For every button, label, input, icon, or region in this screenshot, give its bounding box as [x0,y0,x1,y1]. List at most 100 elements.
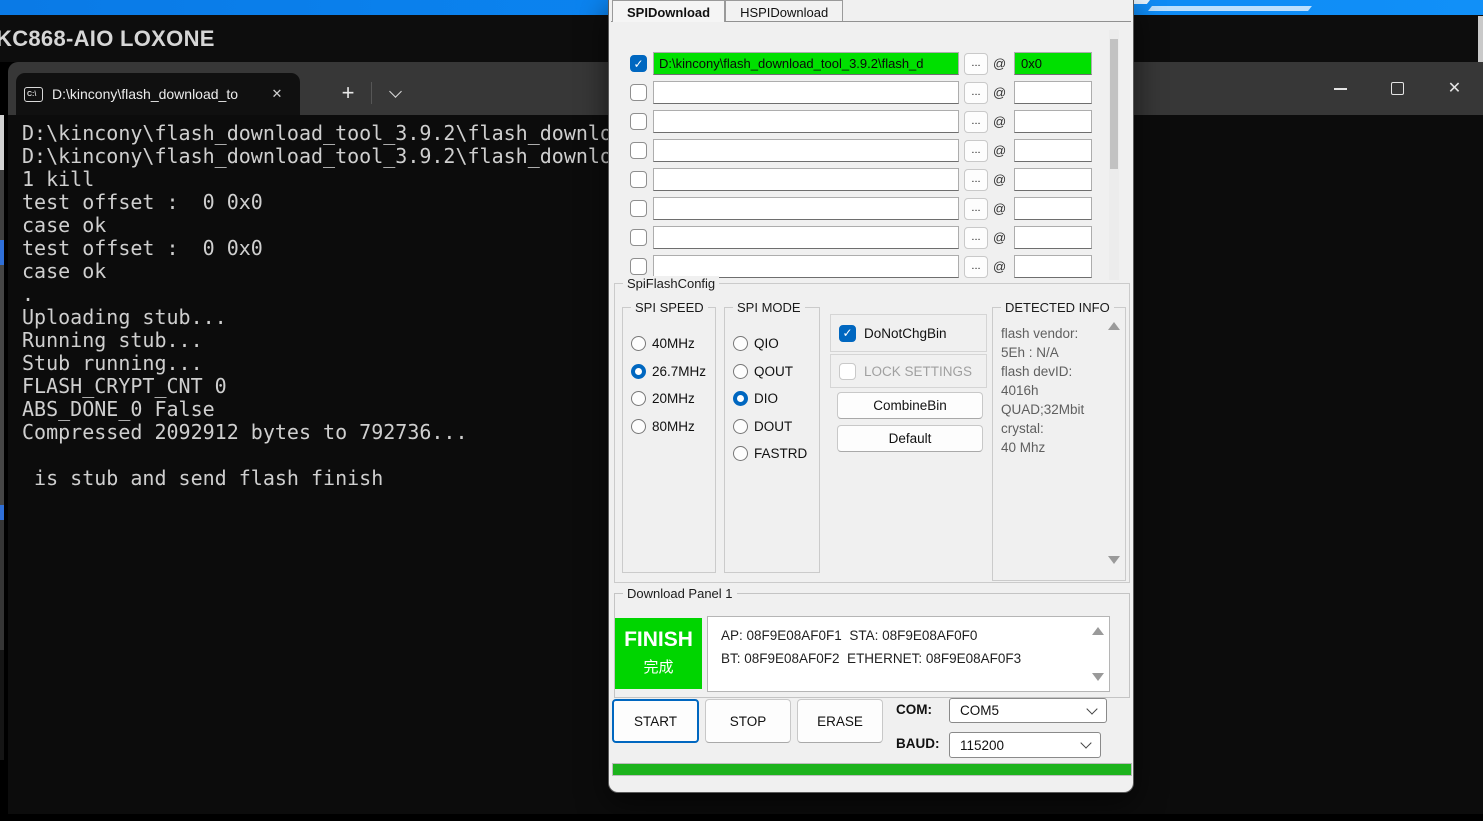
close-icon: ✕ [1448,81,1461,97]
browse-button[interactable]: ... [964,82,988,104]
browse-button[interactable]: ... [964,227,988,249]
browse-button[interactable]: ... [964,198,988,220]
flash-offset-field[interactable] [1014,110,1092,133]
file-checkbox[interactable] [630,200,647,217]
file-row: ...@ [619,139,1125,168]
donotchgbin-option[interactable]: ✓ DoNotChgBin [830,314,987,352]
terminal-tab-title: D:\kincony\flash_download_to [52,86,262,102]
file-list-scrollbar[interactable] [1109,30,1119,280]
new-tab-button[interactable]: + [330,75,366,111]
detected-info-line: QUAD;32Mbit [1001,400,1101,419]
file-path-field[interactable] [653,81,959,104]
terminal-tab[interactable]: C:\ D:\kincony\flash_download_to ✕ [16,73,300,115]
radio-icon[interactable] [733,446,748,461]
baud-rate-select[interactable]: 115200 [949,732,1101,758]
browse-button[interactable]: ... [964,111,988,133]
donotchgbin-checkbox[interactable]: ✓ [839,325,856,342]
file-checkbox[interactable] [630,229,647,246]
spi-speed-label: 26.7MHz [652,364,706,379]
radio-icon[interactable] [631,419,646,434]
radio-icon[interactable] [733,336,748,351]
at-symbol: @ [993,85,1006,100]
at-symbol: @ [993,230,1006,245]
file-path-field[interactable] [653,110,959,133]
erase-button[interactable]: ERASE [797,699,883,743]
file-path-field[interactable] [653,168,959,191]
spi-speed-group: SPI SPEED 40MHz26.7MHz20MHz80MHz [622,307,716,573]
flash-offset-field[interactable]: 0x0 [1014,52,1092,75]
spi-speed-option-80mhz[interactable]: 80MHz [631,419,695,434]
radio-icon[interactable] [631,336,646,351]
detected-info-scrollbar[interactable] [1107,314,1121,574]
flash-offset-field[interactable] [1014,226,1092,249]
wallpaper-streak [1148,6,1312,11]
flash-offset-field[interactable] [1014,81,1092,104]
tool-tab-bar: SPIDownloadHSPIDownload [612,0,843,21]
flash-offset-field[interactable] [1014,197,1092,220]
page-title: KC868-AIO LOXONE [0,26,215,52]
lock-settings-option[interactable]: LOCK SETTINGS [830,354,987,388]
stop-button[interactable]: STOP [705,699,791,743]
window-controls: ✕ [1312,62,1483,115]
tab-close-icon[interactable]: ✕ [266,86,288,102]
combinebin-button[interactable]: CombineBin [837,392,983,419]
spi-mode-option-qout[interactable]: QOUT [733,364,793,379]
detected-info-line: flash devID: [1001,362,1101,381]
com-port-select[interactable]: COM5 [949,698,1107,723]
close-button[interactable]: ✕ [1426,62,1483,115]
minimize-button[interactable] [1312,62,1369,115]
flash-download-tool-window: SPIDownloadHSPIDownload ✓ D:\kincony\flas… [608,0,1134,793]
default-button[interactable]: Default [837,425,983,452]
radio-icon[interactable] [631,364,646,379]
browse-button[interactable]: ... [964,256,988,278]
start-button[interactable]: START [612,699,699,743]
file-path-field[interactable] [653,139,959,162]
spi-mode-option-qio[interactable]: QIO [733,336,779,351]
browse-button[interactable]: ... [964,53,988,75]
minimize-icon [1334,88,1347,90]
flash-offset-field[interactable] [1014,168,1092,191]
download-progress-bar [612,763,1132,776]
scroll-down-icon[interactable] [1108,556,1120,564]
spi-mode-option-dio[interactable]: DIO [733,391,778,406]
file-checkbox[interactable] [630,258,647,275]
tab-hspidownload[interactable]: HSPIDownload [725,0,843,21]
group-label: SPI MODE [733,300,805,315]
radio-icon[interactable] [631,391,646,406]
maximize-icon [1391,82,1404,95]
file-checkbox[interactable] [630,113,647,130]
browse-button[interactable]: ... [964,169,988,191]
scrollbar-thumb[interactable] [1110,39,1118,169]
flash-offset-field[interactable] [1014,255,1092,278]
detected-info-line: 5Eh : N/A [1001,343,1101,362]
com-port-value: COM5 [960,703,999,718]
device-info-scrollbar[interactable] [1091,623,1105,685]
at-symbol: @ [993,172,1006,187]
file-checkbox[interactable]: ✓ [630,55,647,72]
scroll-up-icon[interactable] [1092,627,1104,635]
file-checkbox[interactable] [630,142,647,159]
scroll-down-icon[interactable] [1092,673,1104,681]
tab-dropdown-button[interactable] [378,75,412,111]
lock-settings-checkbox[interactable] [839,363,856,380]
file-checkbox[interactable] [630,84,647,101]
file-path-field[interactable] [653,226,959,249]
file-path-field[interactable] [653,197,959,220]
maximize-button[interactable] [1369,62,1426,115]
file-path-field[interactable]: D:\kincony\flash_download_tool_3.9.2\fla… [653,52,959,75]
radio-icon[interactable] [733,391,748,406]
file-checkbox[interactable] [630,171,647,188]
tab-spidownload[interactable]: SPIDownload [612,0,725,22]
radio-icon[interactable] [733,419,748,434]
radio-icon[interactable] [733,364,748,379]
spi-mode-option-dout[interactable]: DOUT [733,419,792,434]
scroll-up-icon[interactable] [1108,322,1120,330]
spi-mode-option-fastrd[interactable]: FASTRD [733,446,807,461]
spi-speed-option-20mhz[interactable]: 20MHz [631,391,695,406]
file-path-field[interactable] [653,255,959,278]
spi-speed-option-40mhz[interactable]: 40MHz [631,336,695,351]
browse-button[interactable]: ... [964,140,988,162]
flash-offset-field[interactable] [1014,139,1092,162]
spi-speed-option-26.7mhz[interactable]: 26.7MHz [631,364,706,379]
mac-address-line: BT: 08F9E08AF0F2 ETHERNET: 08F9E08AF0F3 [721,647,1083,670]
